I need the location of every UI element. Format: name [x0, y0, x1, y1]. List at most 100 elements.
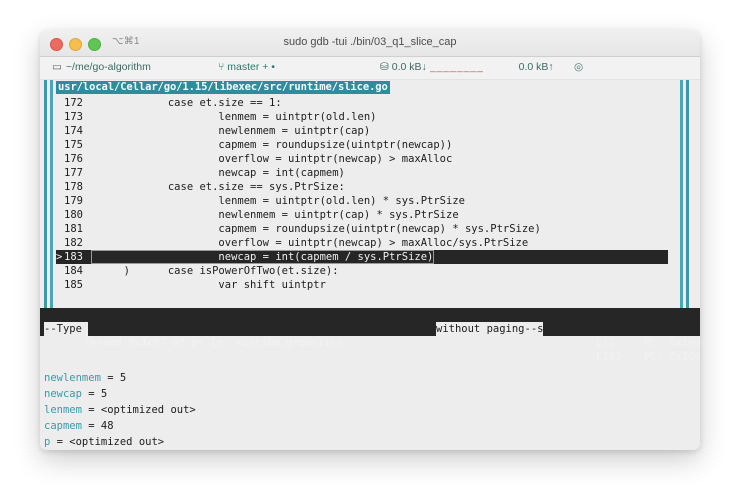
gdb-variable-value: = 48 [81, 420, 114, 432]
source-line-text: overflow = uintptr(newcap) > maxAlloc [92, 153, 453, 165]
source-line-text: case et.size == sys.PtrSize: [92, 181, 345, 193]
gdb-variable-row: newlenmem = 5 [44, 370, 684, 386]
gdb-variable-row: lenmem = <optimized out> [44, 402, 684, 418]
current-line-marker [56, 110, 64, 124]
source-line[interactable]: 181 capmem = roundupsize(uintptr(newcap)… [56, 222, 541, 236]
cwd-label: ~/me/go-algorithm [65, 61, 151, 73]
source-line-number: 172 [64, 97, 83, 109]
current-line-marker [56, 194, 64, 208]
pager-prompt-prefix: --Type [44, 322, 89, 336]
source-line-number: 183 [64, 251, 83, 263]
source-line-text: newcap = int(capmem) [92, 167, 345, 179]
network-icon: ⛁ [380, 61, 389, 73]
tui-border-right-inner [680, 80, 683, 308]
source-line-number: 182 [64, 237, 83, 249]
terminal-window[interactable]: ⌥⌘1 sudo gdb -tui ./bin/03_q1_slice_cap … [40, 30, 700, 450]
source-line-number: 184 [64, 265, 83, 277]
source-line[interactable]: 179 lenmem = uintptr(old.len) * sys.PtrS… [56, 194, 465, 208]
gdb-status-bar-secondary: Thread 0x1c07 of pr In: runtime.growslic… [40, 322, 700, 363]
gdb-variable-value: = <optimized out> [50, 436, 165, 448]
tui-border-left-outer [44, 80, 47, 308]
git-branch-segment: ⑂ master + • [218, 61, 275, 73]
window-title: sudo gdb -tui ./bin/03_q1_slice_cap [283, 36, 457, 48]
gdb-variable-value: = 5 [81, 388, 108, 400]
current-line-marker [56, 278, 64, 292]
current-line-marker [56, 180, 64, 194]
source-line-text: ) case isPowerOfTwo(et.size): [92, 265, 339, 277]
git-branch-icon: ⑂ [218, 61, 225, 73]
gdb-variable-row: p = <optimized out> [44, 434, 684, 450]
source-line[interactable]: 184 ) case isPowerOfTwo(et.size): [56, 264, 339, 278]
source-line[interactable]: 177 newcap = int(capmem) [56, 166, 345, 180]
source-line[interactable]: 172 case et.size == 1: [56, 96, 282, 110]
current-line-marker: > [56, 251, 63, 263]
network-up-label: 0.0 kB↑ [518, 61, 554, 73]
source-line-text: newlenmem = uintptr(cap) * sys.PtrSize [92, 209, 459, 221]
source-line-number: 177 [64, 167, 83, 179]
gdb-variable-row: capmem = 48 [44, 418, 684, 434]
source-line[interactable]: 175 capmem = roundupsize(uintptr(newcap)… [56, 138, 452, 152]
source-line-number: 175 [64, 139, 83, 151]
source-line[interactable]: 185 var shift uintptr [56, 278, 326, 292]
gdb-variable-name: newlenmem [44, 372, 101, 384]
current-line-marker [56, 236, 64, 250]
source-line-text: lenmem = uintptr(old.len) * sys.PtrSize [92, 195, 465, 207]
source-line[interactable]: 178 case et.size == sys.PtrSize: [56, 180, 345, 194]
source-line[interactable]: 180 newlenmem = uintptr(cap) * sys.PtrSi… [56, 208, 459, 222]
source-line[interactable]: 174 newlenmem = uintptr(cap) [56, 124, 370, 138]
source-line-number: 174 [64, 125, 83, 137]
window-titlebar[interactable]: ⌥⌘1 sudo gdb -tui ./bin/03_q1_slice_cap [40, 30, 700, 57]
cwd-segment: ▭ ~/me/go-algorithm [52, 61, 151, 73]
current-line-marker [56, 208, 64, 222]
source-line-text: capmem = roundupsize(uintptr(newcap) * s… [92, 223, 541, 235]
desktop-background: ⌥⌘1 sudo gdb -tui ./bin/03_q1_slice_cap … [0, 0, 738, 500]
tui-source-window[interactable]: usr/local/Cellar/go/1.15/libexec/src/run… [56, 80, 676, 308]
gdb-variable-row: newcap = 5 [44, 386, 684, 402]
source-line-text: capmem = roundupsize(uintptr(newcap)) [92, 139, 453, 151]
source-line-text: case et.size == 1: [92, 97, 282, 109]
source-line-text: lenmem = uintptr(old.len) [92, 111, 377, 123]
current-line-marker [56, 124, 64, 138]
gdb-variable-value: = 5 [100, 372, 127, 384]
source-line-current[interactable]: >183 newcap = int(capmem / sys.PtrSize) [56, 250, 668, 264]
current-line-marker [56, 138, 64, 152]
source-line[interactable]: 176 overflow = uintptr(newcap) > maxAllo… [56, 152, 452, 166]
network-sparkline: _ _ _ _ _ _ _ _ [429, 61, 483, 74]
current-line-marker [56, 264, 64, 278]
source-file-path: usr/local/Cellar/go/1.15/libexec/src/run… [56, 81, 390, 94]
source-line-number: 173 [64, 111, 83, 123]
source-line[interactable]: 182 overflow = uintptr(newcap) > maxAllo… [56, 236, 528, 250]
gdb-status-bar-primary: native Thread 0x1c03 of pr In: main.main… [40, 308, 700, 349]
source-line-number: 181 [64, 223, 83, 235]
current-line-marker [56, 96, 64, 110]
current-line-marker [56, 152, 64, 166]
tui-border-right-outer [686, 80, 689, 308]
clock-icon: ◎ [574, 61, 584, 73]
source-line-text: var shift uintptr [92, 279, 326, 291]
git-branch-label: master + • [227, 61, 275, 73]
tui-border-left-inner [50, 80, 53, 308]
gdb-variable-name: lenmem [44, 404, 82, 416]
current-line-marker [56, 222, 64, 236]
source-line-number: 180 [64, 209, 83, 221]
source-line-text: overflow = uintptr(newcap) > maxAlloc/sy… [92, 237, 529, 249]
gdb-variable-list: newlenmem = 5 newcap = 5 lenmem = <optimiz… [44, 370, 684, 450]
gdb-variable-value: = <optimized out> [81, 404, 196, 416]
shell-status-bar: ▭ ~/me/go-algorithm ⑂ master + • ⛁ 0.0 kB… [40, 57, 700, 80]
gdb-variable-name: capmem [44, 420, 82, 432]
network-segment: ⛁ 0.0 kB↓ _ _ _ _ _ _ _ _ 0.0 kB↑ [380, 61, 554, 73]
source-line-text: newlenmem = uintptr(cap) [92, 125, 371, 137]
source-line-number: 178 [64, 181, 83, 193]
pager-prompt-suffix: without paging--s [436, 322, 544, 336]
current-line-marker [56, 166, 64, 180]
source-line-text: newcap = int(capmem / sys.PtrSize) [90, 250, 435, 264]
source-line-number: 176 [64, 153, 83, 165]
source-line[interactable]: 173 lenmem = uintptr(old.len) [56, 110, 376, 124]
source-line-number: 179 [64, 195, 83, 207]
gdb-variable-name: newcap [44, 388, 82, 400]
folder-icon: ▭ [52, 61, 62, 73]
network-down-label: 0.0 kB↓ [391, 61, 427, 73]
terminal-body[interactable]: usr/local/Cellar/go/1.15/libexec/src/run… [40, 80, 700, 450]
gdb-command-output: newlenmem = 5 newcap = 5 lenmem = <optimiz… [44, 338, 684, 450]
source-line-number: 185 [64, 279, 83, 291]
